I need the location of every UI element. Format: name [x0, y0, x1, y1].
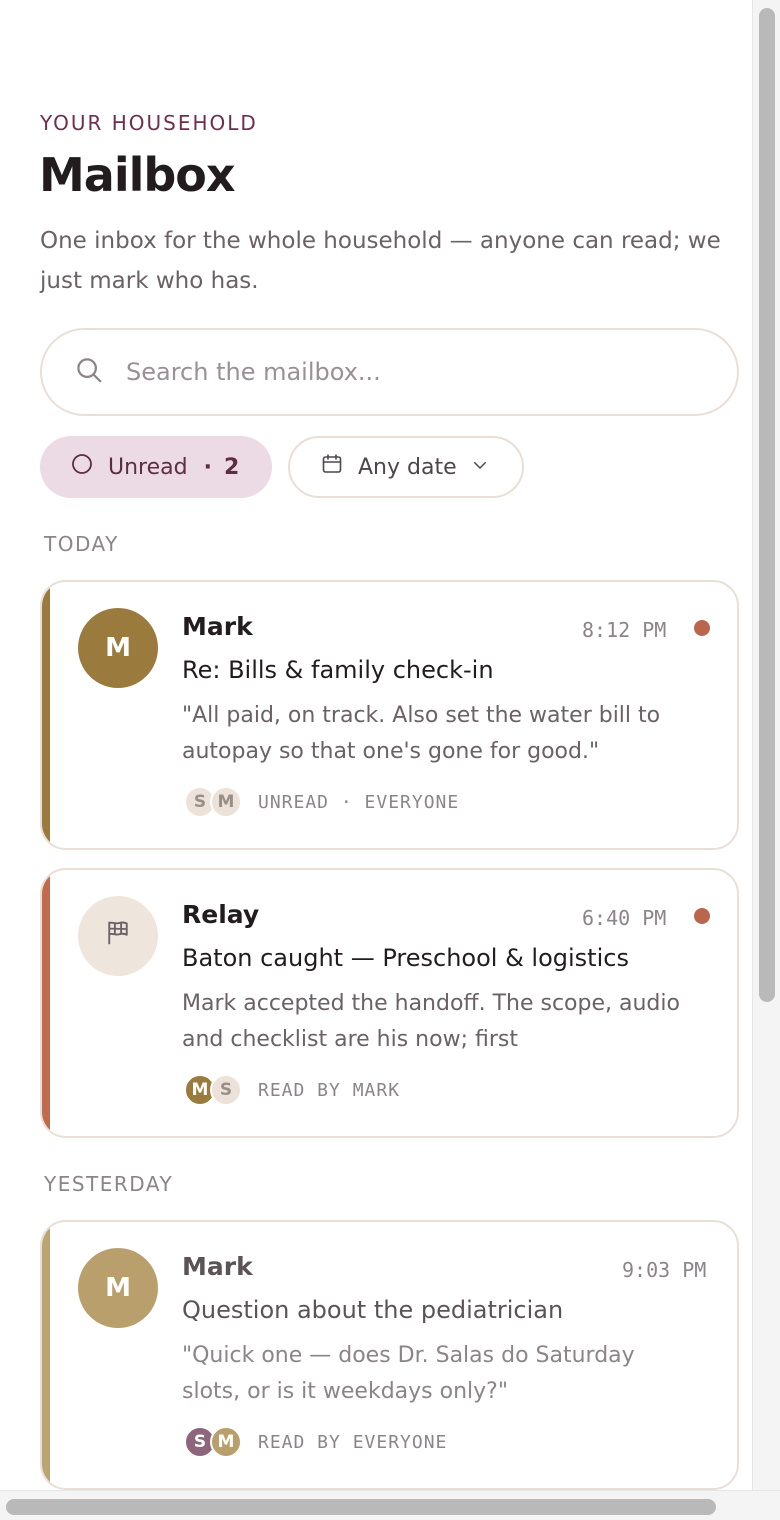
message-card[interactable]: Relay 6:40 PM Baton caught — Preschool &… — [40, 868, 739, 1138]
message-time: 8:12 PM — [582, 618, 667, 642]
date-filter-label: Any date — [358, 454, 457, 480]
avatar: M — [78, 608, 158, 688]
message-subject: Question about the pediatrician — [182, 1296, 564, 1324]
message-time: 6:40 PM — [582, 906, 667, 930]
message-preview: "Quick one — does Dr. Salas do Saturday … — [182, 1343, 635, 1404]
vertical-scrollbar-thumb[interactable] — [759, 8, 775, 1002]
search-bar[interactable] — [40, 328, 739, 416]
circle-icon — [70, 452, 108, 482]
message-preview: Mark accepted the handoff. The scope, au… — [182, 991, 680, 1052]
reader-avatar: M — [210, 786, 242, 818]
message-card[interactable]: M Mark 8:12 PM Re: Bills & family check-… — [40, 580, 739, 850]
unread-indicator — [694, 908, 710, 924]
read-status: S M UNREAD · EVERYONE — [184, 786, 459, 818]
section-label-today: TODAY — [44, 532, 119, 556]
search-icon — [74, 355, 104, 389]
read-status-text: READ BY EVERYONE — [258, 1431, 448, 1453]
accent-bar — [42, 1222, 50, 1488]
read-status: M S READ BY MARK — [184, 1074, 400, 1106]
calendar-icon — [320, 452, 358, 482]
unread-filter-label: Unread — [108, 454, 188, 480]
avatar — [78, 896, 158, 976]
chevron-down-icon — [457, 455, 489, 480]
page-subtitle: One inbox for the whole household — anyo… — [40, 228, 721, 294]
page-title: Mailbox — [39, 148, 236, 202]
unread-indicator — [694, 620, 710, 636]
accent-bar — [42, 582, 50, 848]
message-time: 9:03 PM — [622, 1258, 707, 1282]
message-sender: Mark — [182, 1252, 253, 1281]
flag-icon — [103, 918, 133, 955]
section-label-yesterday: YESTERDAY — [44, 1172, 174, 1196]
mailbox-page: YOUR HOUSEHOLD Mailbox One inbox for the… — [0, 0, 752, 1490]
household-eyebrow: YOUR HOUSEHOLD — [40, 111, 258, 135]
vertical-scrollbar[interactable] — [752, 0, 780, 1490]
read-status-text: UNREAD · EVERYONE — [258, 791, 460, 813]
message-subject: Re: Bills & family check-in — [182, 656, 494, 684]
read-status-text: READ BY MARK — [258, 1079, 401, 1101]
message-sender: Relay — [182, 900, 260, 929]
avatar: M — [78, 1248, 158, 1328]
date-filter-dropdown[interactable]: Any date — [288, 436, 524, 498]
message-sender: Mark — [182, 612, 253, 641]
horizontal-scrollbar-thumb[interactable] — [6, 1499, 716, 1515]
unread-count: 2 — [223, 454, 240, 480]
read-status: S M READ BY EVERYONE — [184, 1426, 447, 1458]
search-input[interactable] — [126, 358, 686, 386]
message-subject: Baton caught — Preschool & logistics — [182, 944, 629, 972]
reader-avatar: M — [210, 1426, 242, 1458]
message-preview: "All paid, on track. Also set the water … — [182, 703, 661, 764]
unread-filter-chip[interactable]: Unread · 2 — [40, 436, 272, 498]
unread-filter-separator: · — [203, 454, 212, 480]
accent-bar — [42, 870, 50, 1136]
horizontal-scrollbar[interactable] — [0, 1490, 780, 1520]
reader-avatar: S — [210, 1074, 242, 1106]
message-card[interactable]: M Mark 9:03 PM Question about the pediat… — [40, 1220, 739, 1490]
